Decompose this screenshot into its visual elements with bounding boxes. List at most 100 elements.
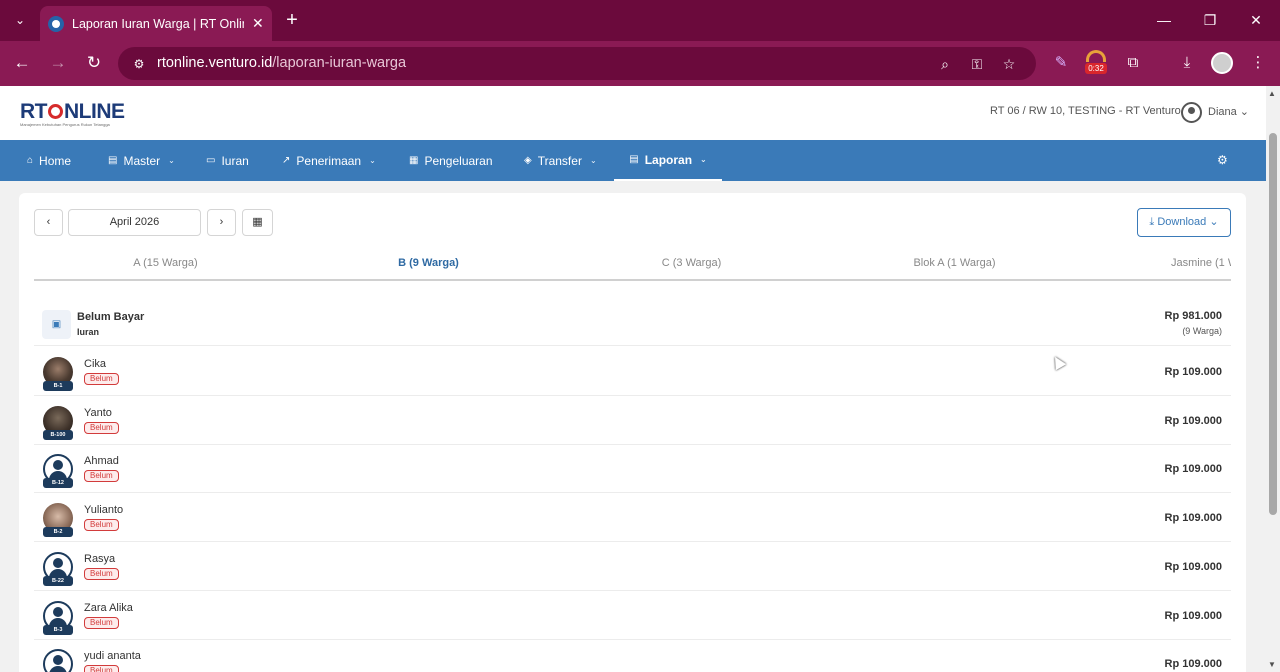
unit-label: B-100 [43,429,73,440]
member-amount: Rp 109.000 [1164,463,1222,476]
member-amount: Rp 109.000 [1164,414,1222,427]
status-badge: Belum [84,373,119,385]
status-badge: Belum [84,470,119,483]
document-icon: ▤ [108,155,118,166]
download-icon: ⤓ [1149,216,1155,228]
summary-amount: Rp 981.000 [1164,310,1222,322]
unit-label: B-1 [43,381,73,391]
nav-iuran[interactable]: ▭ Iuran [206,140,249,181]
period-input[interactable]: April 2026 [68,209,201,236]
member-row[interactable]: B-1 Cika Belum Rp 109.000 [34,347,1231,396]
member-amount: Rp 109.000 [1164,366,1222,378]
member-row[interactable]: B-100 Yanto Belum Rp 109.000 [34,396,1231,445]
key-icon[interactable]: ⚿ [967,54,987,74]
tab-blok-a[interactable]: Blok A (1 Warga) [823,249,1086,279]
chevron-down-icon: ⌄ [369,156,376,165]
calendar-button[interactable]: ▦ [242,209,273,236]
menu-icon[interactable]: ⋮ [1246,51,1270,75]
scrollbar-thumb[interactable] [1269,133,1277,515]
summary-count: (9 Warga) [1182,326,1222,336]
member-name: Ahmad [84,455,119,468]
zoom-icon[interactable]: ⌕ [935,54,955,74]
scroll-down-arrow-icon[interactable]: ▼ [1268,660,1276,669]
minimize-icon[interactable]: — [1152,8,1176,32]
favicon-icon [48,15,64,32]
timer-extension-icon[interactable]: 0:32 [1085,50,1107,76]
chart-icon: ↗ [282,155,291,166]
unit-label: B-22 [43,575,73,586]
restore-icon[interactable]: ❐ [1198,8,1222,32]
nav-laporan[interactable]: ▤ Laporan ⌄ [614,140,722,181]
tab-block-a[interactable]: A (15 Warga) [34,249,297,279]
browser-tabbar: ⌄ Laporan Iuran Warga | RT Online ✕ + — … [0,0,1280,41]
tab-block-b[interactable]: B (9 Warga) [297,249,560,279]
nav-master[interactable]: ▤ Master ⌄ [108,140,175,181]
timer-label: 0:32 [1085,63,1107,74]
summary-title: Belum Bayar [77,311,145,323]
document-icon: ▤ [629,154,639,165]
scroll-up-arrow-icon[interactable]: ▲ [1268,89,1276,98]
member-row[interactable]: B-22 Rasya Belum Rp 109.000 [34,542,1231,591]
tag-icon: ◈ [524,155,532,166]
new-tab-icon[interactable]: + [282,8,302,32]
member-name: Rasya [84,552,116,565]
nav-pengeluaran[interactable]: ▦ Pengeluaran [409,140,493,181]
member-row[interactable]: B-2 Yulianto Belum Rp 109.000 [34,493,1231,543]
tab-jasmine[interactable]: Jasmine (1 Warga) [1086,249,1231,279]
calculator-icon: ▦ [409,155,419,166]
user-menu[interactable]: Diana ⌄ [1208,105,1249,118]
wallet-icon: ▭ [206,155,216,166]
app-header: RT NLINE Manajemen Kebutuhan Pengurus Ruk… [0,86,1266,140]
bookmark-star-icon[interactable]: ☆ [999,54,1019,74]
summary-row: ▣ Belum Bayar Iuran Rp 981.000 (9 Warga) [34,298,1231,346]
summary-subtitle: Iuran [77,327,100,337]
member-avatar [43,649,73,672]
page: RT NLINE Manajemen Kebutuhan Pengurus Ruk… [0,86,1266,672]
settings-icon[interactable]: ⚙ [1217,153,1228,167]
chevron-down-icon: ⌄ [589,156,597,165]
site-info-icon[interactable]: ⚙ [130,55,148,73]
member-amount: Rp 109.000 [1164,609,1222,622]
rt-info: RT 06 / RW 10, TESTING - RT Venturo [990,105,1181,117]
money-icon: ▣ [42,310,71,339]
nav-penerimaan[interactable]: ↗ Penerimaan ⌄ [282,140,376,181]
status-badge: Belum [84,665,119,672]
logo[interactable]: RT NLINE Manajemen Kebutuhan Pengurus Ruk… [20,100,125,127]
reload-icon[interactable]: ↻ [82,51,106,75]
user-avatar-icon[interactable] [1181,102,1202,123]
download-button[interactable]: ⤓ Download ⌄ [1137,208,1231,237]
chevron-down-icon: ⌄ [700,155,707,164]
nav-transfer[interactable]: ◈ Transfer ⌄ [524,140,597,181]
address-bar[interactable]: ⚙ rtonline.venturo.id/laporan-iuran-warg… [118,47,1036,80]
member-amount: Rp 109.000 [1164,560,1222,573]
profile-avatar-icon[interactable] [1211,52,1233,74]
member-row[interactable]: B-3 Zara Alika Belum Rp 109.000 [34,591,1231,640]
nav-home[interactable]: ⌂ Home [27,140,71,181]
browser-tab[interactable]: Laporan Iuran Warga | RT Online ✕ [40,6,272,41]
chevron-down-icon: ⌄ [168,156,175,165]
forward-icon[interactable]: → [46,51,70,75]
tab-block-c[interactable]: C (3 Warga) [560,249,823,279]
member-name: Cika [84,358,107,370]
download-icon[interactable]: ⤓ [1175,51,1199,75]
status-badge: Belum [84,616,119,629]
unit-label: B-2 [43,527,73,538]
prev-month-button[interactable]: ‹ [34,209,63,236]
main-navbar: ⌂ Home ▤ Master ⌄ ▭ Iuran ↗ Penerimaan ⌄ ▦ Peng… [0,140,1266,181]
next-month-button[interactable]: › [207,209,236,236]
member-name: Zara Alika [84,601,133,614]
url-text[interactable]: rtonline.venturo.id/laporan-iuran-warga [157,55,406,71]
status-badge: Belum [84,567,119,580]
feather-extension-icon[interactable]: ✎ [1049,51,1073,75]
status-badge: Belum [84,421,119,434]
close-window-icon[interactable]: ✕ [1244,8,1268,32]
member-row[interactable]: B-12 Ahmad Belum Rp 109.000 [34,444,1231,494]
unit-label: B-12 [43,478,73,489]
tab-search-icon[interactable]: ⌄ [8,8,32,32]
member-row[interactable]: B-4yudi anantaBelumRp 109.000 [34,639,1231,672]
back-icon[interactable]: ← [10,51,34,75]
report-card: ‹ April 2026 › ▦ ⤓ Download ⌄ A (15 Warg… [19,193,1246,672]
member-amount: Rp 109.000 [1164,512,1222,525]
extensions-icon[interactable]: ⧉ [1121,51,1145,75]
close-tab-icon[interactable]: ✕ [252,15,264,32]
